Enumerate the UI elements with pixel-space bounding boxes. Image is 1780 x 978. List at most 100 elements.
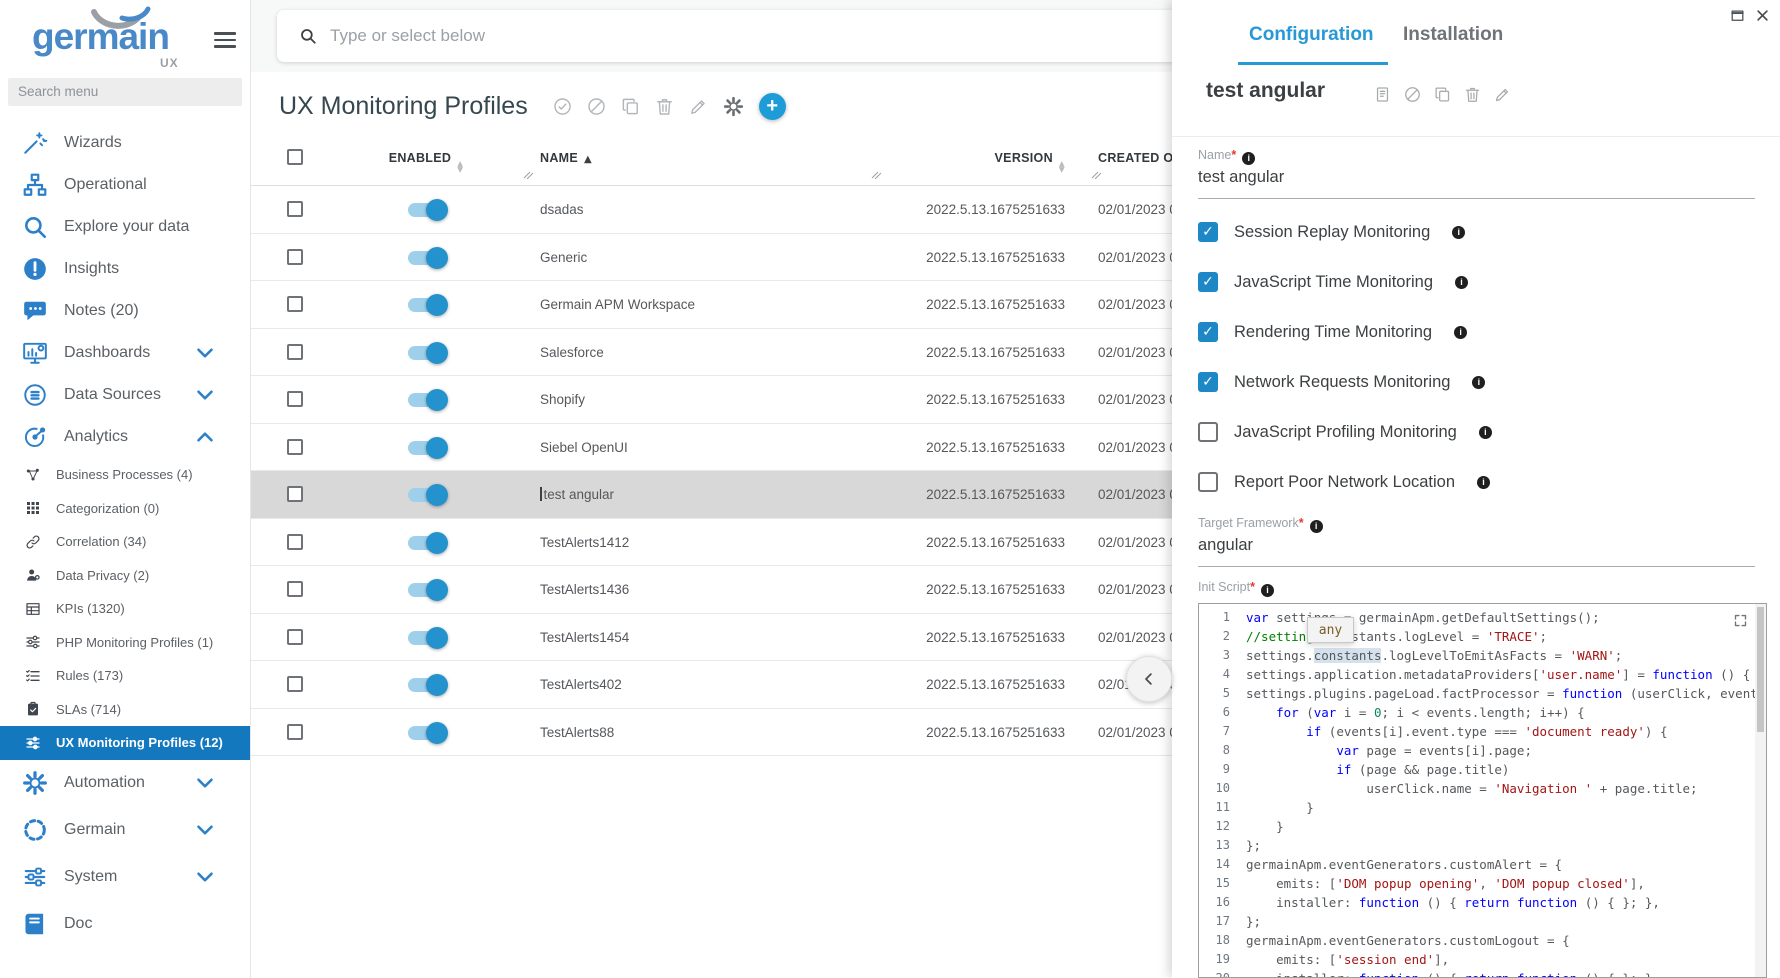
row-checkbox[interactable] xyxy=(287,581,303,597)
fullscreen-expand-icon[interactable] xyxy=(1733,613,1748,628)
sidebar-item-automation[interactable]: Automation xyxy=(0,760,250,807)
sidebar-item-germain[interactable]: Germain xyxy=(0,807,250,854)
row-checkbox[interactable] xyxy=(287,249,303,265)
column-resize-grip[interactable] xyxy=(1091,168,1102,182)
info-icon[interactable]: i xyxy=(1472,376,1485,389)
checkbox[interactable]: ✓ xyxy=(1198,222,1218,242)
table-row-generic[interactable]: Generic2022.5.13.167525163302/01/2023 0 xyxy=(251,234,1172,282)
enabled-toggle[interactable] xyxy=(408,583,445,597)
hamburger-menu-icon[interactable] xyxy=(214,28,236,52)
table-row-testalerts1412[interactable]: TestAlerts14122022.5.13.167525163302/01/… xyxy=(251,519,1172,567)
row-checkbox[interactable] xyxy=(287,534,303,550)
option-report-poor-network-location[interactable]: Report Poor Network Locationi xyxy=(1198,472,1490,492)
column-header-name[interactable]: NAME▲ xyxy=(540,151,592,165)
close-panel-icon[interactable] xyxy=(1755,8,1770,23)
checkbox[interactable]: ✓ xyxy=(1198,372,1218,392)
checkbox[interactable] xyxy=(1198,472,1218,492)
enabled-toggle[interactable] xyxy=(408,536,445,550)
enabled-toggle[interactable] xyxy=(408,251,445,265)
edit-icon[interactable] xyxy=(689,97,708,116)
sidebar-item-operational[interactable]: Operational xyxy=(0,164,250,206)
sidebar-item-notes-20[interactable]: Notes (20) xyxy=(0,290,250,332)
sidebar-item-correlation-34[interactable]: Correlation (34) xyxy=(0,525,250,559)
table-row-testalerts402[interactable]: TestAlerts4022022.5.13.167525163302/01/2… xyxy=(251,661,1172,709)
option-javascript-profiling-monitoring[interactable]: JavaScript Profiling Monitoringi xyxy=(1198,422,1492,442)
editor-scrollbar-thumb[interactable] xyxy=(1757,607,1764,732)
table-row-testalerts1436[interactable]: TestAlerts14362022.5.13.167525163302/01/… xyxy=(251,566,1172,614)
delete-icon[interactable] xyxy=(1464,86,1481,103)
info-icon[interactable]: i xyxy=(1452,226,1465,239)
table-row-test-angular[interactable]: test angular2022.5.13.167525163302/01/20… xyxy=(251,471,1172,519)
sidebar-item-system[interactable]: System xyxy=(0,854,250,901)
column-resize-grip[interactable] xyxy=(871,168,882,182)
settings-gear-icon[interactable] xyxy=(723,96,744,117)
sidebar-item-ux-monitoring-profiles-12[interactable]: UX Monitoring Profiles (12) xyxy=(0,726,250,760)
row-checkbox[interactable] xyxy=(287,486,303,502)
sidebar-item-dashboards[interactable]: Dashboards xyxy=(0,332,250,374)
row-checkbox[interactable] xyxy=(287,201,303,217)
option-network-requests-monitoring[interactable]: ✓Network Requests Monitoringi xyxy=(1198,372,1485,392)
info-icon[interactable]: i xyxy=(1261,584,1274,597)
sidebar-search-input[interactable]: Search menu xyxy=(8,78,242,106)
tab-configuration[interactable]: Configuration xyxy=(1249,24,1374,46)
sidebar-item-insights[interactable]: Insights xyxy=(0,248,250,290)
enabled-toggle[interactable] xyxy=(408,488,445,502)
row-checkbox[interactable] xyxy=(287,439,303,455)
sidebar-item-analytics[interactable]: Analytics xyxy=(0,416,250,458)
sidebar-item-rules-173[interactable]: Rules (173) xyxy=(0,659,250,693)
table-row-testalerts1454[interactable]: TestAlerts14542022.5.13.167525163302/01/… xyxy=(251,614,1172,662)
option-rendering-time-monitoring[interactable]: ✓Rendering Time Monitoringi xyxy=(1198,322,1467,342)
column-header-created[interactable]: CREATED ON▲▼ xyxy=(1098,151,1172,172)
info-icon[interactable]: i xyxy=(1454,326,1467,339)
sidebar-item-kpis-1320[interactable]: KPIs (1320) xyxy=(0,592,250,626)
sidebar-item-categorization-0[interactable]: Categorization (0) xyxy=(0,492,250,526)
editor-scrollbar[interactable] xyxy=(1755,604,1766,977)
column-header-version[interactable]: VERSION▲▼ xyxy=(869,151,1065,172)
row-checkbox[interactable] xyxy=(287,629,303,645)
enable-selected-icon[interactable] xyxy=(553,97,572,116)
enabled-toggle[interactable] xyxy=(408,726,445,740)
table-row-testalerts88[interactable]: TestAlerts882022.5.13.167525163302/01/20… xyxy=(251,709,1172,757)
row-checkbox[interactable] xyxy=(287,676,303,692)
enabled-toggle[interactable] xyxy=(408,203,445,217)
edit-icon[interactable] xyxy=(1494,86,1511,103)
column-header-enabled[interactable]: ENABLED▲▼ xyxy=(371,151,481,172)
sidebar-item-slas-714[interactable]: SLAs (714) xyxy=(0,693,250,727)
checkbox[interactable]: ✓ xyxy=(1198,272,1218,292)
sidebar-item-explore-your-data[interactable]: Explore your data xyxy=(0,206,250,248)
info-icon[interactable]: i xyxy=(1479,426,1492,439)
collapse-panel-button[interactable] xyxy=(1126,656,1172,702)
sidebar-item-doc[interactable]: Doc xyxy=(0,901,250,948)
checkbox[interactable] xyxy=(1198,422,1218,442)
enabled-toggle[interactable] xyxy=(408,441,445,455)
table-row-shopify[interactable]: Shopify2022.5.13.167525163302/01/2023 0 xyxy=(251,376,1172,424)
info-icon[interactable]: i xyxy=(1310,520,1323,533)
info-icon[interactable]: i xyxy=(1455,276,1468,289)
sidebar-item-business-processes-4[interactable]: Business Processes (4) xyxy=(0,458,250,492)
table-row-dsadas[interactable]: dsadas2022.5.13.167525163302/01/2023 0 xyxy=(251,186,1172,234)
init-script-editor[interactable]: 1var settings = germainApm.getDefaultSet… xyxy=(1198,603,1767,978)
row-checkbox[interactable] xyxy=(287,296,303,312)
disable-icon[interactable] xyxy=(1404,86,1421,103)
column-resize-grip[interactable] xyxy=(523,168,534,182)
row-checkbox[interactable] xyxy=(287,724,303,740)
tab-installation[interactable]: Installation xyxy=(1403,24,1503,46)
global-search-input[interactable]: Type or select below xyxy=(277,10,1172,62)
target-framework-value[interactable]: angular xyxy=(1198,536,1253,555)
info-icon[interactable]: i xyxy=(1242,152,1255,165)
info-icon[interactable]: i xyxy=(1477,476,1490,489)
sidebar-item-data-sources[interactable]: Data Sources xyxy=(0,374,250,416)
save-icon[interactable] xyxy=(1374,86,1391,103)
enabled-toggle[interactable] xyxy=(408,678,445,692)
enabled-toggle[interactable] xyxy=(408,393,445,407)
duplicate-icon[interactable] xyxy=(621,97,640,116)
delete-icon[interactable] xyxy=(655,97,674,116)
enabled-toggle[interactable] xyxy=(408,298,445,312)
sidebar-item-php-monitoring-profiles-1[interactable]: PHP Monitoring Profiles (1) xyxy=(0,626,250,660)
duplicate-icon[interactable] xyxy=(1434,86,1451,103)
sidebar-item-data-privacy-2[interactable]: Data Privacy (2) xyxy=(0,559,250,593)
enabled-toggle[interactable] xyxy=(408,631,445,645)
enabled-toggle[interactable] xyxy=(408,346,445,360)
name-field-value[interactable]: test angular xyxy=(1198,168,1284,187)
maximize-window-icon[interactable] xyxy=(1730,8,1745,23)
